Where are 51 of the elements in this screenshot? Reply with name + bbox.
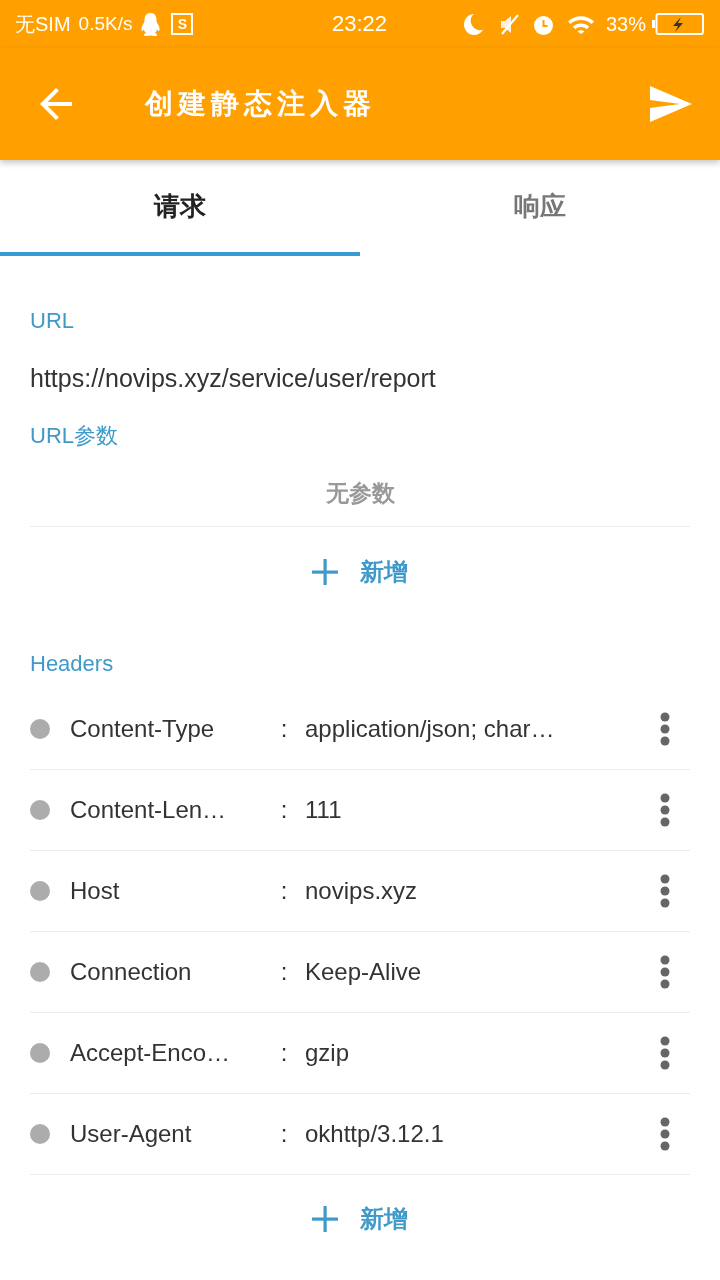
- screenshot-icon: S: [171, 13, 194, 35]
- more-options-icon[interactable]: [660, 712, 670, 746]
- alarm-clock-icon: [532, 13, 554, 35]
- header-value: Keep-Alive: [305, 958, 423, 986]
- plus-icon: [312, 559, 338, 585]
- dot-icon: [30, 800, 50, 820]
- clock-time: 23:22: [331, 11, 388, 37]
- muted-speaker-icon: [499, 13, 519, 35]
- section-label: URL: [30, 307, 75, 335]
- header-colon: :: [279, 796, 289, 824]
- header-value: gzip: [305, 1039, 351, 1067]
- dot-icon: [30, 1043, 50, 1063]
- header-value: application/json; char…: [305, 715, 556, 743]
- penguin-icon: [141, 12, 161, 36]
- header-name: Connection: [70, 958, 193, 986]
- header-value: novips.xyz: [305, 877, 419, 905]
- plus-icon: [312, 1206, 338, 1232]
- charging-battery-icon: [652, 13, 704, 35]
- wifi-icon: [567, 14, 594, 34]
- carrier-text: 无SIM: [15, 12, 71, 36]
- moon-icon: [463, 13, 483, 35]
- empty-params-text: 无参数: [325, 479, 395, 508]
- more-options-icon[interactable]: [660, 1117, 670, 1151]
- more-options-icon[interactable]: [660, 1036, 670, 1070]
- more-options-icon[interactable]: [660, 874, 670, 908]
- header-colon: :: [279, 1120, 289, 1148]
- header-colon: :: [279, 958, 289, 986]
- header-colon: :: [279, 1039, 289, 1067]
- more-options-icon[interactable]: [660, 955, 670, 989]
- add-button[interactable]: 新增: [308, 1201, 412, 1237]
- header-colon: :: [279, 715, 289, 743]
- url-value: https://novips.xyz/service/user/report: [30, 363, 437, 393]
- add-button[interactable]: 新增: [308, 554, 412, 590]
- header-name: Content-Len…: [70, 796, 228, 824]
- header-name: Host: [70, 877, 121, 905]
- section-label: URL参数: [30, 422, 119, 450]
- dot-icon: [30, 1124, 50, 1144]
- header-name: Accept-Enco…: [70, 1039, 232, 1067]
- header-value: okhttp/3.12.1: [305, 1120, 445, 1148]
- header-value: 111: [305, 796, 343, 824]
- battery-percent: 33%: [605, 12, 646, 36]
- section-label: Headers: [30, 650, 115, 678]
- header-name: Content-Type: [70, 715, 216, 743]
- network-speed: 0.5K/s: [78, 12, 133, 36]
- dot-icon: [30, 719, 50, 739]
- dot-icon: [30, 962, 50, 982]
- dot-icon: [30, 881, 50, 901]
- header-colon: :: [279, 877, 289, 905]
- more-options-icon[interactable]: [660, 793, 670, 827]
- toolbar-title: 创建静态注入器: [145, 87, 377, 121]
- header-name: User-Agent: [70, 1120, 193, 1148]
